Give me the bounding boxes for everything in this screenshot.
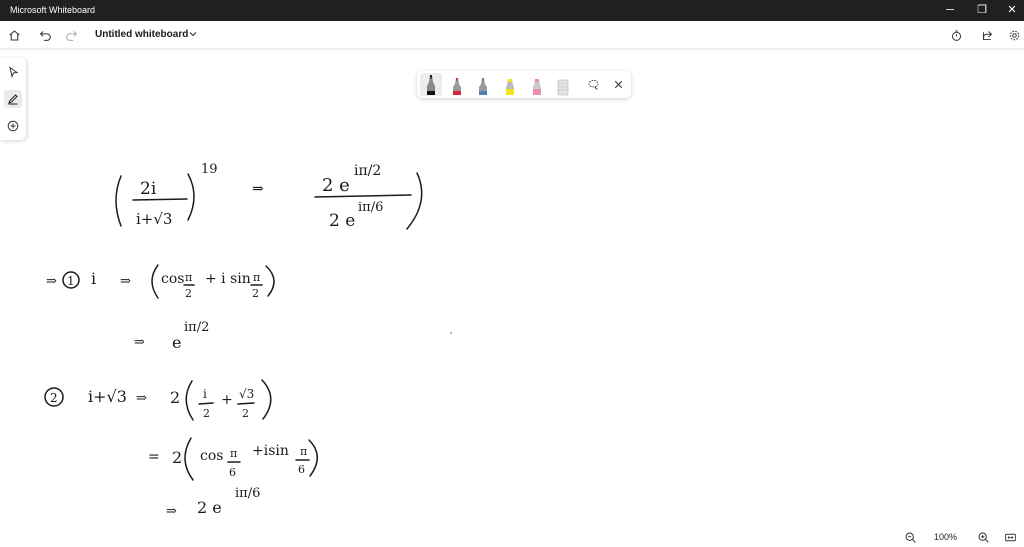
settings-button[interactable]: [1004, 25, 1024, 45]
svg-text:2: 2: [252, 287, 259, 300]
glyph-implies-1: ⇒: [46, 274, 57, 289]
step2: 2 i+√3 ⇒ 2 i 2 + √3 2 = 2 cos π 6 +isin …: [44, 379, 318, 519]
home-icon: [8, 29, 20, 40]
svg-text:π: π: [230, 447, 237, 460]
glyph-exponent-19: 19: [201, 162, 218, 177]
step1: ⇒ 1 i ⇒ cos π 2 + i sin π 2 ⇒ e iπ/2: [46, 264, 452, 352]
glyph-implies-3: ⇒: [134, 335, 145, 350]
glyph-equals: =: [148, 449, 160, 465]
gear-icon: [1009, 30, 1019, 40]
fit-screen-icon: [1004, 533, 1016, 541]
redo-icon: [65, 30, 77, 41]
restore-button[interactable]: ❐: [966, 0, 998, 21]
title-bar: Microsoft Whiteboard ─ ❐ ✕: [0, 0, 1024, 21]
glyph-numerator-2e: 2 e: [322, 175, 350, 196]
chevron-down-icon[interactable]: [188, 29, 198, 39]
glyph-plus-isin-2: +isin: [252, 443, 289, 459]
redo-button[interactable]: [61, 25, 81, 45]
glyph-implies-4: ⇒: [136, 391, 147, 406]
zoom-out-icon: [905, 532, 916, 543]
glyph-exponent-pi6: iπ/6: [235, 486, 260, 501]
eq-top-left: 2i i+√3 19: [115, 162, 218, 228]
minimize-button[interactable]: ─: [934, 0, 966, 21]
zoom-out-button[interactable]: [900, 527, 920, 547]
glyph-cos-1: cos: [161, 271, 184, 287]
glyph-denominator-exponent: iπ/6: [358, 200, 383, 215]
glyph-i-plus-root3-2: i+√3: [88, 387, 127, 406]
close-window-button[interactable]: ✕: [996, 0, 1024, 21]
glyph-i-plus-root3: i+√3: [136, 210, 172, 228]
timer-button[interactable]: [946, 25, 966, 45]
glyph-plus-isin-1: + i sin: [205, 271, 251, 287]
glyph-two-4: 2: [172, 448, 182, 467]
glyph-two-3: 2: [170, 388, 180, 407]
share-icon: [982, 30, 992, 40]
zoom-in-button[interactable]: [973, 527, 993, 547]
glyph-i-1: i: [91, 269, 96, 288]
undo-button[interactable]: [35, 25, 55, 45]
svg-text:π: π: [300, 445, 307, 458]
glyph-two-i: 2i: [140, 179, 157, 199]
svg-text:π: π: [253, 271, 260, 284]
glyph-e-1: e: [172, 333, 181, 352]
timer-icon: [951, 30, 961, 41]
svg-text:2: 2: [242, 407, 249, 420]
whiteboard-canvas[interactable]: 2i i+√3 19 ⇒ 2 e iπ/2 2 e iπ/6 ⇒ 1 i ⇒ c…: [0, 48, 1024, 528]
glyph-exponent-pi2: iπ/2: [184, 320, 209, 335]
zoom-in-icon: [978, 532, 989, 543]
zoom-bar: 100%: [894, 528, 1024, 546]
glyph-denominator-2e: 2 e: [329, 211, 355, 231]
glyph-implies: ⇒: [252, 181, 264, 197]
fit-to-screen-button[interactable]: [1000, 527, 1020, 547]
svg-text:π: π: [185, 271, 192, 284]
ink-layer: 2i i+√3 19 ⇒ 2 e iπ/2 2 e iπ/6 ⇒ 1 i ⇒ c…: [44, 162, 452, 519]
svg-text:6: 6: [229, 466, 236, 479]
glyph-numerator-exponent: iπ/2: [354, 163, 381, 179]
app-toolbar: Untitled whiteboard: [0, 21, 1024, 49]
svg-text:1: 1: [67, 274, 75, 288]
svg-text:+: +: [221, 392, 233, 408]
svg-text:2: 2: [50, 391, 58, 405]
app-title: Microsoft Whiteboard: [10, 5, 96, 15]
svg-text:6: 6: [298, 463, 305, 476]
glyph-implies-2: ⇒: [120, 274, 131, 289]
zoom-level[interactable]: 100%: [934, 532, 957, 542]
svg-text:i: i: [203, 387, 207, 401]
svg-text:2: 2: [185, 287, 192, 300]
svg-text:2: 2: [203, 407, 210, 420]
glyph-cos-2: cos: [200, 448, 223, 464]
svg-text:√3: √3: [239, 387, 254, 401]
home-button[interactable]: [4, 25, 24, 45]
glyph-two-e-2: 2 e: [197, 498, 222, 517]
share-button[interactable]: [977, 25, 997, 45]
board-title[interactable]: Untitled whiteboard: [95, 29, 188, 40]
eq-top-right: ⇒ 2 e iπ/2 2 e iπ/6: [252, 163, 423, 231]
glyph-implies-5: ⇒: [166, 504, 177, 519]
undo-icon: [39, 30, 51, 41]
